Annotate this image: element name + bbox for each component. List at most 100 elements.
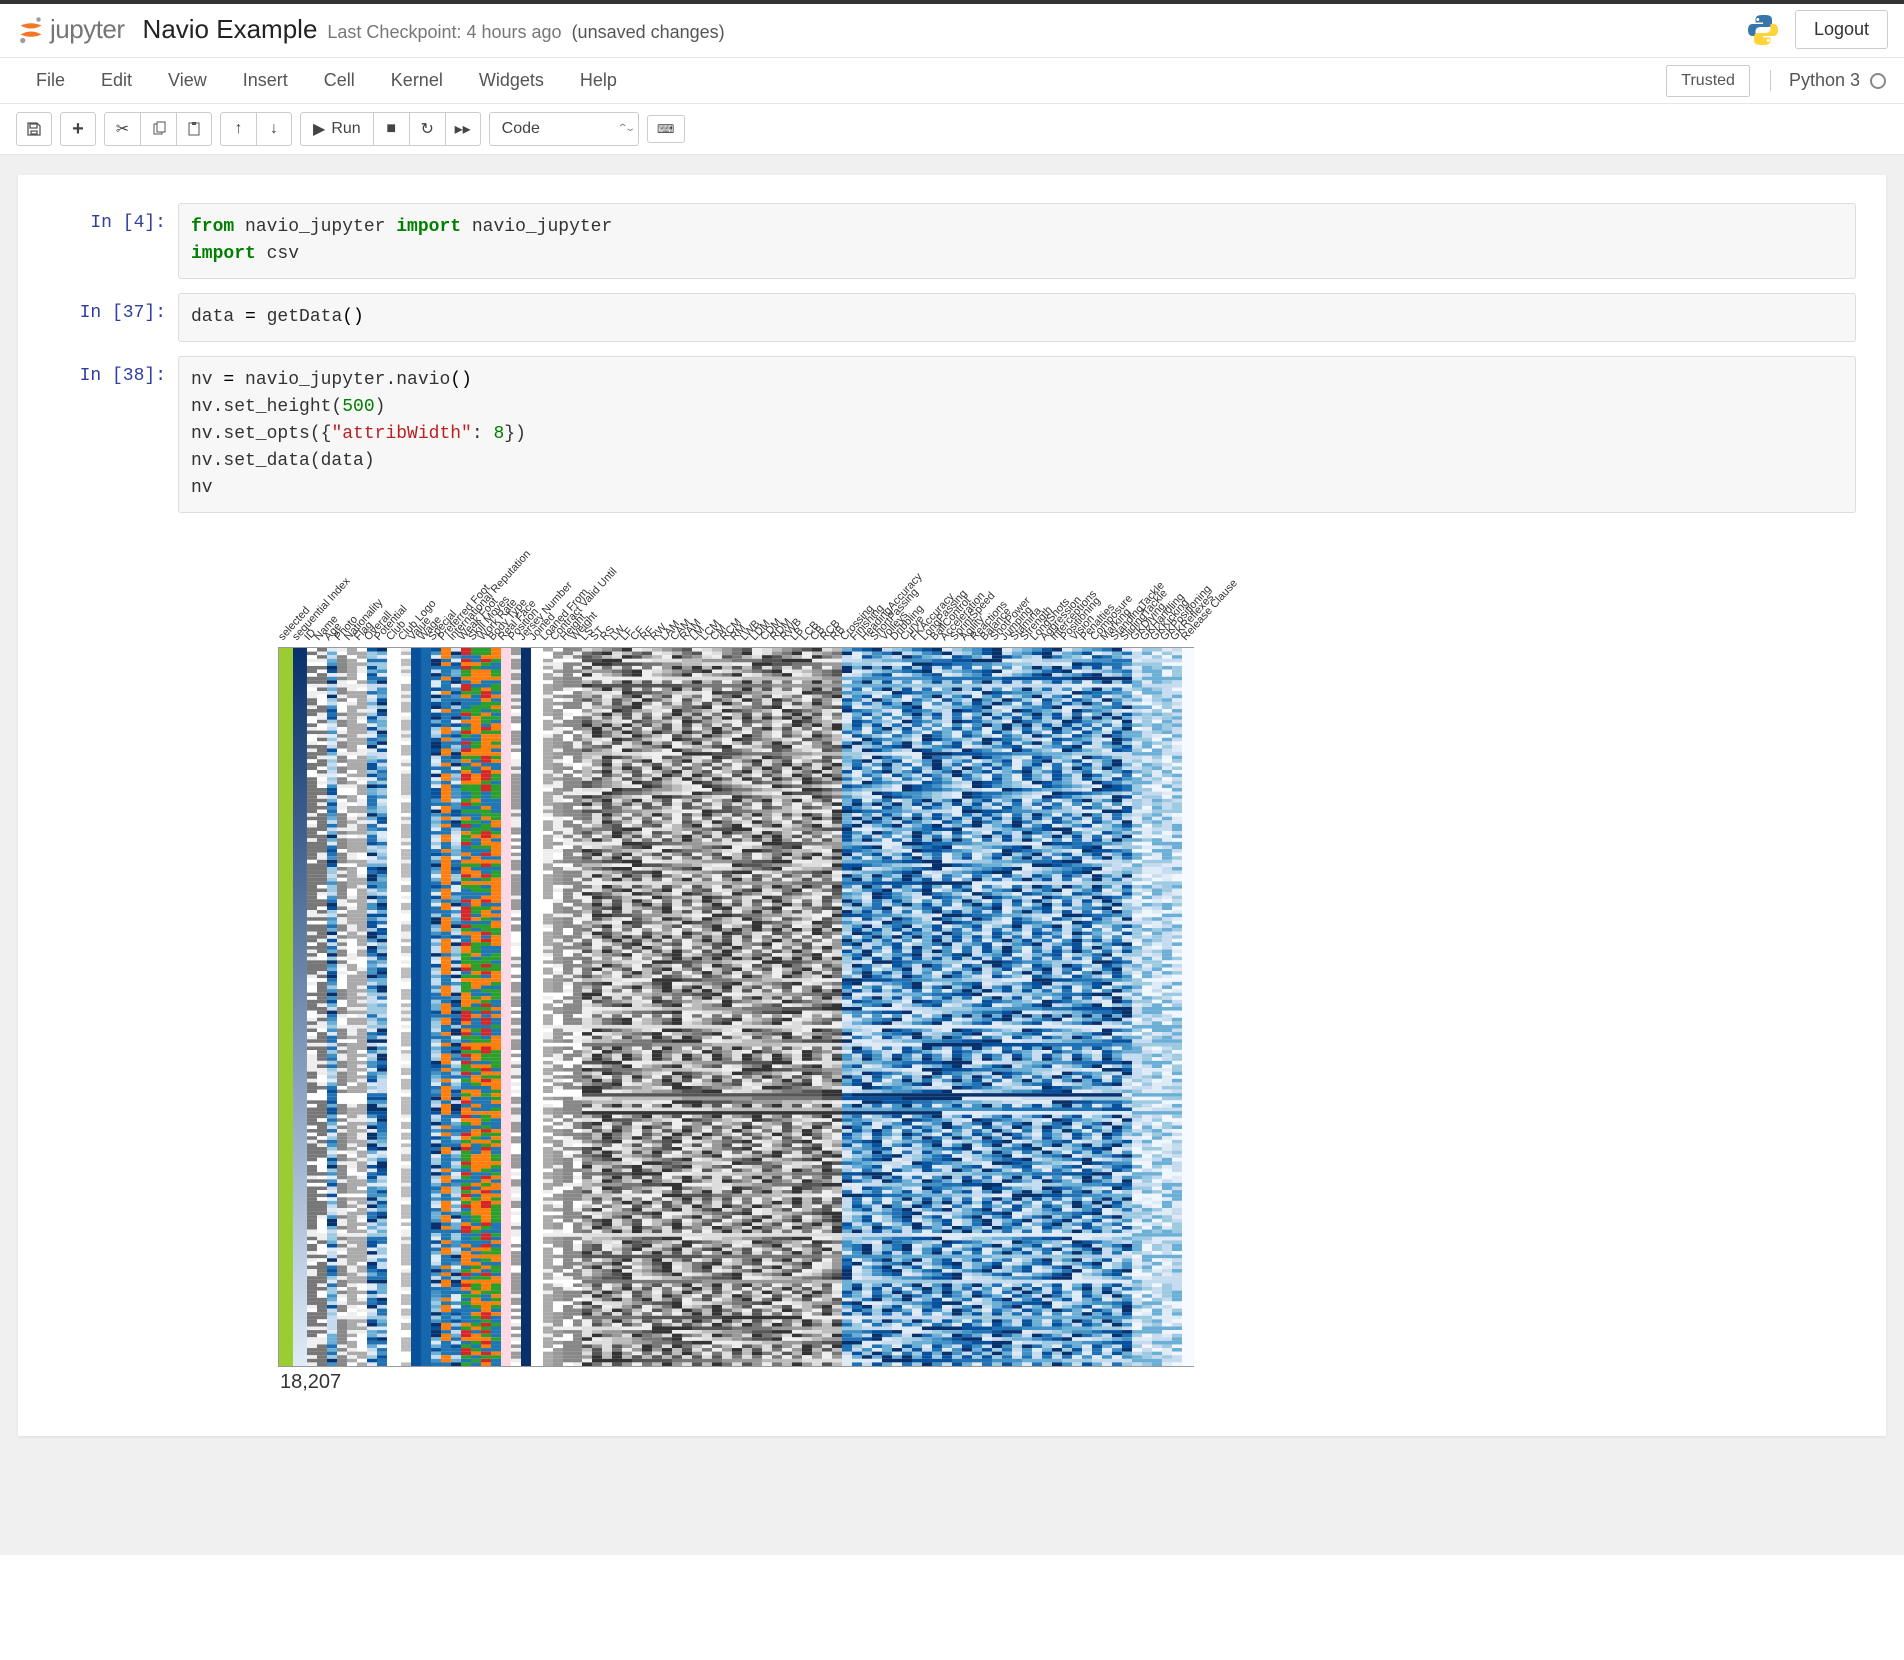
- navio-column[interactable]: [1142, 648, 1152, 1366]
- navio-column[interactable]: [922, 648, 932, 1366]
- trusted-indicator[interactable]: Trusted: [1666, 65, 1750, 97]
- navio-column[interactable]: [401, 648, 411, 1366]
- navio-column[interactable]: [1072, 648, 1082, 1366]
- restart-run-all-button[interactable]: ▸▸: [445, 112, 481, 146]
- navio-column[interactable]: [832, 648, 842, 1366]
- navio-column[interactable]: [682, 648, 692, 1366]
- navio-column[interactable]: [872, 648, 882, 1366]
- celltype-select[interactable]: Code: [489, 112, 639, 146]
- paste-button[interactable]: [176, 112, 212, 146]
- navio-column[interactable]: [1152, 648, 1162, 1366]
- menu-widgets[interactable]: Widgets: [461, 60, 562, 101]
- navio-column[interactable]: [1042, 648, 1052, 1366]
- navio-column[interactable]: [962, 648, 972, 1366]
- navio-column[interactable]: [992, 648, 1002, 1366]
- navio-column[interactable]: [802, 648, 812, 1366]
- navio-column[interactable]: [742, 648, 752, 1366]
- navio-column[interactable]: [892, 648, 902, 1366]
- navio-column[interactable]: [652, 648, 662, 1366]
- navio-column[interactable]: [279, 648, 293, 1366]
- navio-column[interactable]: [543, 648, 553, 1366]
- menu-cell[interactable]: Cell: [306, 60, 373, 101]
- navio-column[interactable]: [1022, 648, 1032, 1366]
- save-button[interactable]: [16, 112, 52, 146]
- navio-column[interactable]: [812, 648, 822, 1366]
- jupyter-logo[interactable]: jupyter: [16, 14, 125, 45]
- code-cell[interactable]: In [38]:nv = navio_jupyter.navio() nv.se…: [48, 356, 1856, 513]
- cell-input[interactable]: nv = navio_jupyter.navio() nv.set_height…: [178, 356, 1856, 513]
- navio-column[interactable]: [1032, 648, 1042, 1366]
- navio-column[interactable]: [327, 648, 337, 1366]
- navio-column[interactable]: [642, 648, 652, 1366]
- menu-kernel[interactable]: Kernel: [373, 60, 461, 101]
- menu-view[interactable]: View: [150, 60, 225, 101]
- navio-column[interactable]: [521, 648, 531, 1366]
- navio-column[interactable]: [772, 648, 782, 1366]
- navio-column[interactable]: [612, 648, 622, 1366]
- navio-column[interactable]: [722, 648, 732, 1366]
- navio-column[interactable]: [511, 648, 521, 1366]
- menu-help[interactable]: Help: [562, 60, 635, 101]
- menu-insert[interactable]: Insert: [225, 60, 306, 101]
- navio-column[interactable]: [411, 648, 421, 1366]
- cell-input[interactable]: from navio_jupyter import navio_jupyter …: [178, 203, 1856, 279]
- navio-column[interactable]: [1012, 648, 1022, 1366]
- navio-column[interactable]: [431, 648, 441, 1366]
- kernel-indicator[interactable]: Python 3: [1770, 70, 1886, 91]
- navio-column[interactable]: [481, 648, 491, 1366]
- code-cell[interactable]: In [4]:from navio_jupyter import navio_j…: [48, 203, 1856, 279]
- logout-button[interactable]: Logout: [1795, 10, 1888, 49]
- navio-column[interactable]: [1172, 648, 1182, 1366]
- navio-column[interactable]: [692, 648, 702, 1366]
- navio-column[interactable]: [317, 648, 327, 1366]
- navio-column[interactable]: [293, 648, 307, 1366]
- cell-input[interactable]: data = getData(): [178, 293, 1856, 342]
- navio-column[interactable]: [1182, 648, 1194, 1366]
- move-down-button[interactable]: ↓: [256, 112, 292, 146]
- copy-button[interactable]: [140, 112, 176, 146]
- navio-column[interactable]: [732, 648, 742, 1366]
- navio-column[interactable]: [1002, 648, 1012, 1366]
- restart-button[interactable]: ↻: [409, 112, 445, 146]
- navio-column[interactable]: [367, 648, 377, 1366]
- navio-column[interactable]: [461, 648, 471, 1366]
- navio-column[interactable]: [762, 648, 772, 1366]
- navio-column[interactable]: [712, 648, 722, 1366]
- navio-column[interactable]: [1162, 648, 1172, 1366]
- navio-column[interactable]: [902, 648, 912, 1366]
- navio-column[interactable]: [702, 648, 712, 1366]
- navio-column[interactable]: [491, 648, 501, 1366]
- navio-column[interactable]: [1122, 648, 1132, 1366]
- navio-column[interactable]: [822, 648, 832, 1366]
- navio-column[interactable]: [932, 648, 942, 1366]
- move-up-button[interactable]: ↑: [220, 112, 256, 146]
- menu-file[interactable]: File: [18, 60, 83, 101]
- code-cell[interactable]: In [37]:data = getData(): [48, 293, 1856, 342]
- navio-column[interactable]: [842, 648, 852, 1366]
- navio-column[interactable]: [1112, 648, 1122, 1366]
- navio-column[interactable]: [752, 648, 762, 1366]
- navio-column[interactable]: [912, 648, 922, 1366]
- navio-column[interactable]: [337, 648, 347, 1366]
- navio-column[interactable]: [862, 648, 872, 1366]
- navio-column[interactable]: [1062, 648, 1072, 1366]
- navio-column[interactable]: [573, 648, 583, 1366]
- cut-button[interactable]: ✂: [104, 112, 140, 146]
- navio-column[interactable]: [357, 648, 367, 1366]
- navio-column[interactable]: [1092, 648, 1102, 1366]
- navio-column[interactable]: [1052, 648, 1062, 1366]
- navio-column[interactable]: [1102, 648, 1112, 1366]
- navio-column[interactable]: [582, 648, 592, 1366]
- navio-column[interactable]: [471, 648, 481, 1366]
- navio-column[interactable]: [662, 648, 672, 1366]
- navio-column[interactable]: [782, 648, 792, 1366]
- menu-edit[interactable]: Edit: [83, 60, 150, 101]
- interrupt-button[interactable]: ■: [373, 112, 409, 146]
- navio-column[interactable]: [952, 648, 962, 1366]
- navio-column[interactable]: [501, 648, 511, 1366]
- navio-column[interactable]: [632, 648, 642, 1366]
- navio-column[interactable]: [451, 648, 461, 1366]
- navio-output[interactable]: selectedsequential IndexIDNameAgePhotoNa…: [178, 527, 1856, 1394]
- navio-column[interactable]: [972, 648, 982, 1366]
- navio-column[interactable]: [387, 648, 401, 1366]
